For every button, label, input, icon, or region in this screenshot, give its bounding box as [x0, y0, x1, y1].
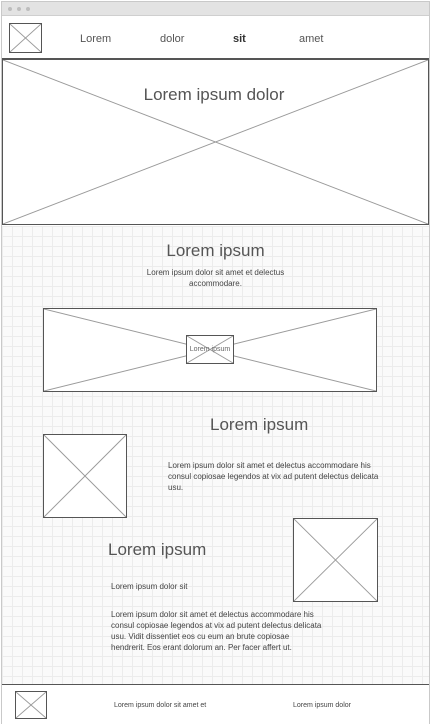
feature2-image-placeholder — [293, 518, 378, 602]
feature1-image-placeholder — [43, 434, 127, 518]
intro-title: Lorem ipsum — [166, 241, 265, 260]
top-navbar: Lorem dolor sit amet — [2, 17, 429, 59]
logo-placeholder-icon[interactable] — [9, 23, 42, 53]
feature2-title: Lorem ipsum — [108, 540, 207, 559]
window-dot-icon[interactable] — [26, 7, 30, 11]
window-dot-icon[interactable] — [8, 7, 12, 11]
hero-title: Lorem ipsum dolor — [143, 85, 285, 104]
feature1-title: Lorem ipsum — [210, 415, 309, 434]
banner-caption: Lorem ipsum — [189, 346, 231, 353]
nav-item-amet[interactable]: amet — [299, 33, 323, 45]
window-dot-icon[interactable] — [17, 7, 21, 11]
intro-text: Lorem ipsum dolor sit amet et delectus a… — [146, 268, 285, 288]
feature2-subtitle: Lorem ipsum dolor sit — [111, 582, 188, 591]
footer-text-right[interactable]: Lorem ipsum dolor — [293, 702, 351, 709]
footer-logo-placeholder-icon[interactable] — [15, 691, 47, 719]
nav-item-sit[interactable]: sit — [233, 33, 246, 45]
footer-text-left[interactable]: Lorem ipsum dolor sit amet et — [114, 702, 206, 709]
browser-window: Lorem dolor sit amet Lorem ipsum dolor L… — [1, 1, 430, 724]
feature1-text: Lorem ipsum dolor sit amet et delectus a… — [168, 461, 379, 492]
nav-item-lorem[interactable]: Lorem — [80, 33, 111, 45]
hero-image-placeholder — [2, 59, 429, 225]
window-chrome — [2, 2, 429, 16]
feature2-text: Lorem ipsum dolor sit amet et delectus a… — [111, 610, 322, 652]
page-footer: Lorem ipsum dolor sit amet et Lorem ipsu… — [2, 684, 429, 724]
nav-item-dolor[interactable]: dolor — [160, 33, 184, 45]
